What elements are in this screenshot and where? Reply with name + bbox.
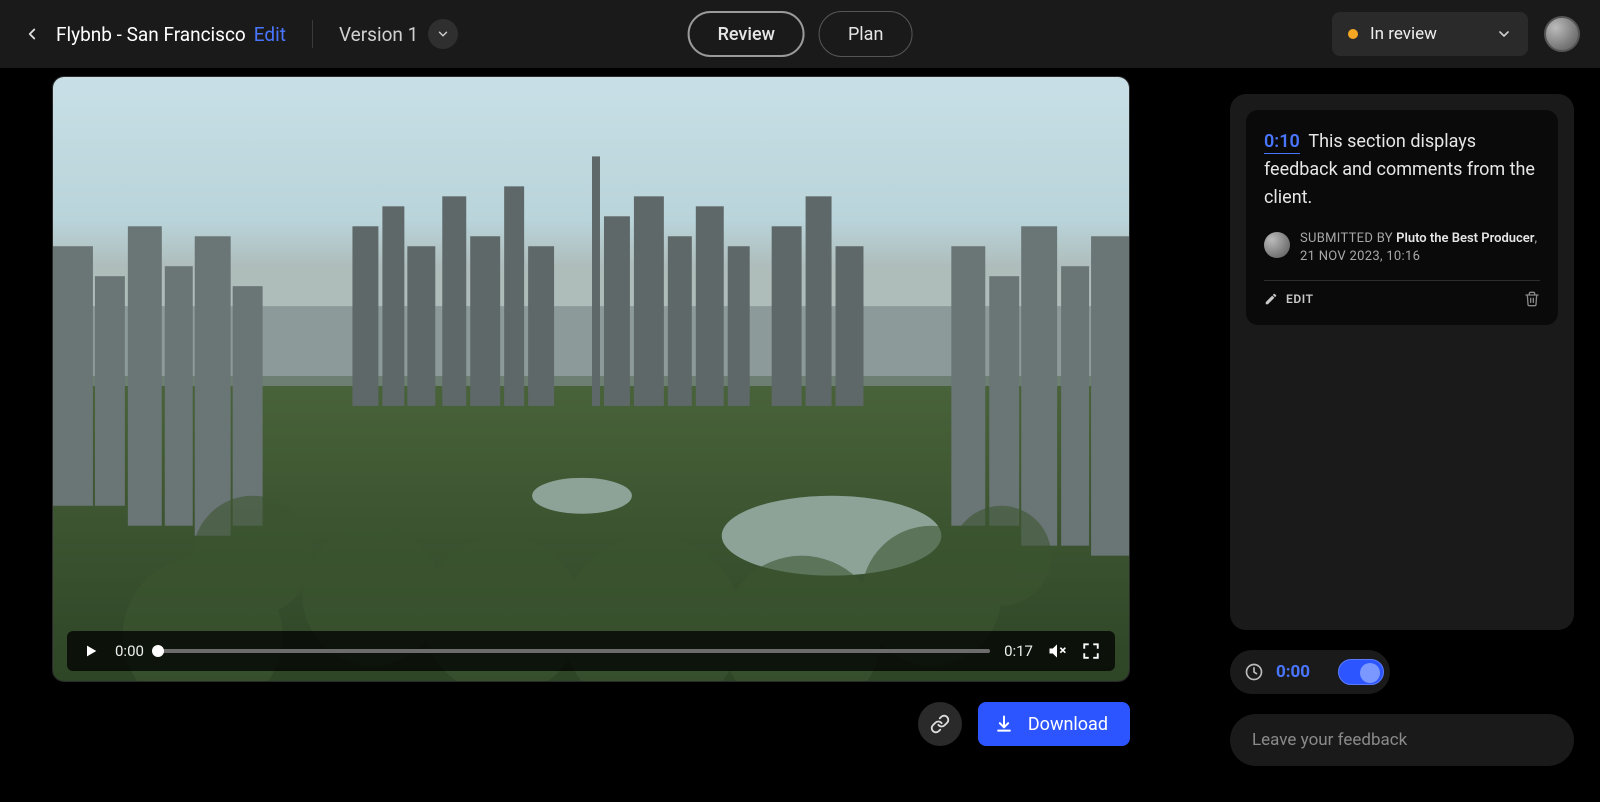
status-left: In review [1348, 24, 1437, 44]
fullscreen-button[interactable] [1081, 641, 1101, 661]
play-button[interactable] [81, 641, 101, 661]
video-frame [53, 77, 1129, 681]
edit-title-link[interactable]: Edit [254, 23, 286, 46]
edit-comment-button[interactable]: EDIT [1264, 292, 1314, 306]
comment-timestamp-link[interactable]: 0:10 [1264, 131, 1300, 154]
clock-icon [1244, 662, 1264, 682]
comment-card: 0:10 This section displays feedback and … [1246, 110, 1558, 325]
submitted-by-label: SUBMITTED BY [1300, 231, 1393, 246]
download-icon [994, 714, 1014, 734]
status-text: In review [1370, 24, 1437, 44]
progress-knob[interactable] [152, 645, 164, 657]
version-dropdown[interactable] [428, 19, 458, 49]
timestamp-toggle[interactable] [1338, 659, 1384, 685]
video-progress[interactable] [158, 649, 990, 653]
video-player[interactable]: 0:00 0:17 [52, 76, 1130, 682]
delete-comment-button[interactable] [1524, 291, 1540, 307]
version-label: Version 1 [339, 23, 418, 46]
play-icon [83, 643, 99, 659]
divider [1264, 280, 1540, 281]
main-area: 0:00 0:17 Download [0, 68, 1230, 802]
trash-icon [1524, 291, 1540, 307]
app-header: Flybnb - San Francisco Edit Version 1 Re… [0, 0, 1600, 68]
user-avatar[interactable] [1544, 16, 1580, 52]
app-body: 0:00 0:17 Download [0, 68, 1600, 802]
feedback-sidebar: 0:10 This section displays feedback and … [1230, 68, 1600, 802]
toggle-knob [1360, 663, 1380, 683]
chevron-left-icon [23, 25, 41, 43]
timestamp-pill: 0:00 [1230, 650, 1390, 694]
timestamp-value: 0:00 [1276, 662, 1326, 682]
divider [312, 20, 313, 48]
version-group: Version 1 [339, 19, 458, 49]
fullscreen-icon [1082, 642, 1100, 660]
comment-meta-text: SUBMITTED BY Pluto the Best Producer, 21… [1300, 230, 1540, 266]
chevron-down-icon [436, 27, 450, 41]
video-controls: 0:00 0:17 [67, 631, 1115, 671]
video-actions: Download [52, 702, 1130, 746]
comments-panel: 0:10 This section displays feedback and … [1230, 94, 1574, 630]
status-dot-icon [1348, 29, 1358, 39]
download-button[interactable]: Download [978, 702, 1130, 746]
link-icon [930, 714, 950, 734]
header-right: In review [1332, 12, 1580, 56]
mute-button[interactable] [1047, 641, 1067, 661]
center-tabs: Review Plan [688, 11, 913, 57]
project-title: Flybnb - San Francisco [56, 23, 246, 46]
header-left: Flybnb - San Francisco Edit Version 1 [20, 19, 458, 49]
chevron-down-icon [1496, 26, 1512, 42]
comment-actions: EDIT [1264, 291, 1540, 307]
commenter-avatar [1264, 232, 1290, 258]
status-select[interactable]: In review [1332, 12, 1528, 56]
feedback-placeholder: Leave your feedback [1252, 730, 1407, 750]
edit-icon [1264, 292, 1278, 306]
edit-label: EDIT [1286, 292, 1314, 306]
video-duration: 0:17 [1004, 642, 1033, 660]
comment-body: 0:10 This section displays feedback and … [1264, 128, 1540, 212]
comment-date: 21 NOV 2023, 10:16 [1300, 249, 1420, 264]
video-current-time: 0:00 [115, 642, 144, 660]
tab-plan[interactable]: Plan [819, 11, 912, 57]
back-button[interactable] [20, 22, 44, 46]
comment-author: Pluto the Best Producer [1396, 231, 1534, 246]
share-link-button[interactable] [918, 702, 962, 746]
comment-meta: SUBMITTED BY Pluto the Best Producer, 21… [1264, 230, 1540, 266]
volume-muted-icon [1047, 641, 1067, 661]
feedback-input[interactable]: Leave your feedback [1230, 714, 1574, 766]
comment-text: This section displays feedback and comme… [1264, 131, 1535, 208]
download-label: Download [1028, 714, 1108, 735]
tab-review[interactable]: Review [688, 11, 805, 57]
title-group: Flybnb - San Francisco Edit [56, 23, 286, 46]
